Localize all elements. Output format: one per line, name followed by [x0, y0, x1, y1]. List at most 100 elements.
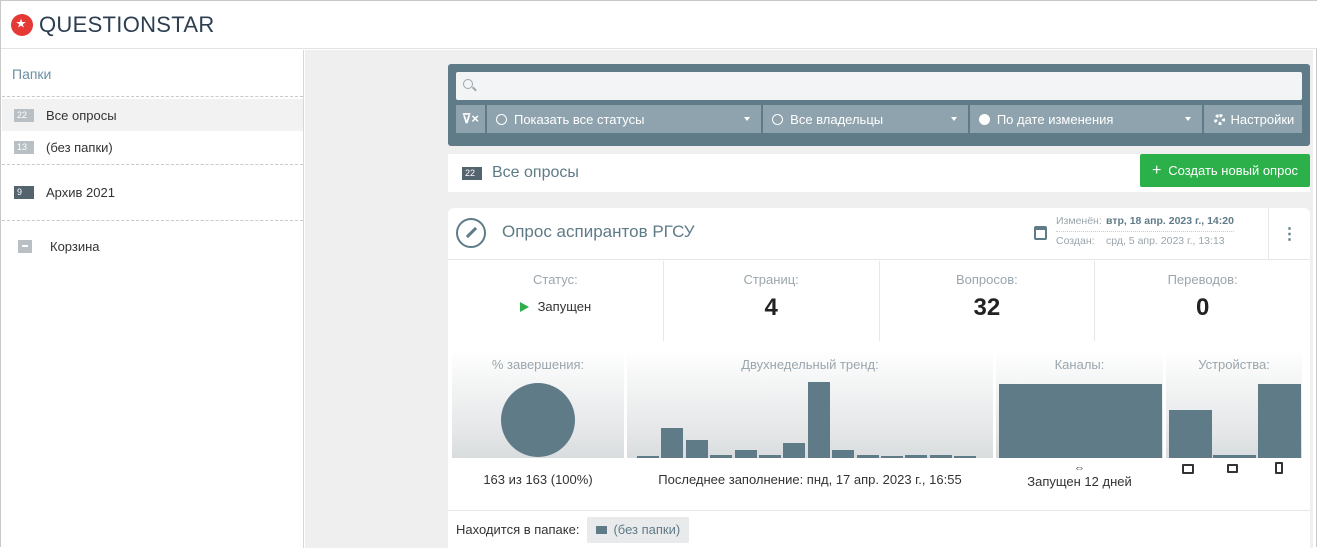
- stat-status: Статус: Запущен: [448, 261, 664, 341]
- trend-bar: [710, 455, 733, 458]
- completion-footer: 163 из 163 (100%): [452, 458, 624, 502]
- folder-location: Находится в папаке: (без папки): [448, 510, 1310, 548]
- folder-chip-label: (без папки): [613, 522, 681, 537]
- plus-icon: +: [1151, 161, 1162, 179]
- gear-icon: [1213, 113, 1225, 125]
- trend-bar: [685, 440, 708, 458]
- created-value: срд, 5 апр. 2023 г., 13:13: [1106, 235, 1225, 247]
- play-icon: [519, 301, 529, 312]
- settings-label: Настройки: [1230, 111, 1295, 127]
- list-header: 22 Все опросы + Создать новый опрос: [448, 154, 1310, 192]
- owner-filter-dropdown[interactable]: Все владельцы: [763, 105, 968, 133]
- survey-count-badge: 22: [462, 166, 482, 180]
- channels-footer: ⇔ Запущен 12 дней: [996, 458, 1163, 502]
- survey-card-header: Опрос аспирантов РГСУ Изменён: втр, 18 ап…: [448, 208, 1310, 260]
- page-title: Все опросы: [492, 164, 579, 181]
- channel-bar: [999, 384, 1162, 458]
- owner-filter-label: Все владельцы: [790, 111, 884, 127]
- completion-value: 163 из 163 (100%): [483, 472, 593, 487]
- device-bar: [1169, 410, 1212, 458]
- chevron-down-icon: [744, 117, 751, 121]
- search-input[interactable]: [456, 72, 1302, 100]
- completion-panel: % завершения: 163 из 163 (100%): [452, 349, 624, 502]
- stat-label: Страниц:: [743, 272, 799, 287]
- sidebar-item-no-folder[interactable]: 13 (без папки): [2, 131, 303, 165]
- trend-footer: Последнее заполнение: пнд, 17 апр. 2023 …: [627, 458, 993, 502]
- kebab-icon: ⋮: [1281, 226, 1298, 243]
- status-text: Запущен: [537, 299, 592, 314]
- stat-translations: Переводов: 0: [1095, 261, 1310, 341]
- trash-icon: [18, 239, 32, 253]
- stat-pages: Страниц: 4: [664, 261, 880, 341]
- status-filter-dropdown[interactable]: Показать все статусы: [486, 105, 762, 133]
- create-survey-label: Создать новый опрос: [1168, 163, 1299, 178]
- trend-bar: [881, 456, 903, 458]
- sort-dropdown[interactable]: По дате изменения: [969, 105, 1202, 133]
- modified-value: втр, 18 апр. 2023 г., 14:20: [1106, 215, 1234, 227]
- status-value[interactable]: Запущен: [448, 299, 663, 314]
- trend-bar: [832, 450, 855, 458]
- survey-title[interactable]: Опрос аспирантов РГСУ: [502, 222, 695, 242]
- device-bar: [1213, 455, 1256, 458]
- stat-value: 32: [973, 294, 1001, 321]
- circle-icon: [772, 113, 784, 125]
- panel-label: Каналы:: [1054, 357, 1105, 372]
- folder-chip[interactable]: (без папки): [587, 516, 690, 543]
- created-label: Создан:: [1056, 235, 1095, 247]
- circle-icon: [495, 113, 507, 125]
- trend-bar: [954, 456, 977, 458]
- completion-pie: [501, 383, 575, 457]
- folder-location-label: Находится в папаке:: [456, 522, 580, 537]
- create-survey-button[interactable]: + Создать новый опрос: [1140, 154, 1310, 187]
- status-filter-label: Показать все статусы: [513, 111, 645, 127]
- app-window: QUESTIONSTAR Папки 22 Все опросы 13 (без…: [0, 0, 1317, 548]
- filter-panel: ⊽× Показать все статусы Все владельцы По…: [448, 64, 1310, 146]
- panel-label: % завершения:: [491, 357, 585, 372]
- survey-metrics: % завершения: 163 из 163 (100%) Двухнеде…: [452, 349, 1302, 502]
- clear-filters-button[interactable]: ⊽×: [456, 105, 485, 133]
- folder-count-badge: 22: [14, 108, 34, 122]
- sidebar-item-all-surveys[interactable]: 22 Все опросы: [2, 99, 303, 131]
- folder-count-badge: 9: [14, 186, 34, 199]
- link-icon: ⇔: [1074, 462, 1085, 474]
- trend-panel: Двухнедельный тренд: Последнее заполнени…: [627, 349, 993, 502]
- trend-bar: [759, 455, 781, 458]
- edit-icon[interactable]: [456, 218, 486, 248]
- clock-icon: [978, 113, 990, 125]
- modified-label: Изменён:: [1056, 215, 1102, 227]
- chevron-down-icon: [950, 117, 957, 121]
- sort-label: По дате изменения: [996, 111, 1114, 127]
- settings-button[interactable]: Настройки: [1203, 105, 1302, 133]
- survey-card: Опрос аспирантов РГСУ Изменён: втр, 18 ап…: [448, 208, 1310, 548]
- devices-panel: Устройства:: [1166, 349, 1302, 502]
- sidebar-item-trash[interactable]: Корзина: [2, 221, 303, 271]
- logo-icon: [11, 13, 33, 36]
- stat-questions: Вопросов: 32: [880, 261, 1096, 341]
- launched-days-text: Запущен 12 дней: [1027, 474, 1132, 489]
- stat-label: Переводов:: [1167, 272, 1238, 287]
- stat-label: Статус:: [533, 272, 578, 287]
- trend-bar: [856, 455, 879, 458]
- desktop-icon: [1182, 464, 1194, 474]
- sidebar-item-label: (без папки): [46, 140, 113, 155]
- more-menu-button[interactable]: ⋮: [1268, 208, 1310, 260]
- top-bar: QUESTIONSTAR: [1, 1, 1317, 49]
- folder-icon: [596, 525, 608, 534]
- calendar-clock-icon: [1034, 226, 1047, 240]
- trend-bar: [807, 382, 830, 458]
- stat-value: 4: [764, 294, 778, 321]
- channels-panel: Каналы: ⇔ Запущен 12 дней: [996, 349, 1163, 502]
- sidebar-item-label: Архив 2021: [46, 185, 115, 200]
- stat-label: Вопросов:: [955, 272, 1018, 287]
- sidebar-item-archive-2021[interactable]: 9 Архив 2021: [2, 165, 303, 221]
- trend-bar: [929, 455, 952, 458]
- sidebar-item-label: Корзина: [50, 238, 100, 254]
- search-icon: [463, 79, 473, 89]
- survey-dates: Изменён: втр, 18 апр. 2023 г., 14:20 Созд…: [1056, 212, 1234, 251]
- panel-label: Двухнедельный тренд:: [741, 357, 879, 372]
- last-fill-text: Последнее заполнение: пнд, 17 апр. 2023 …: [658, 472, 962, 487]
- sidebar-item-label: Все опросы: [46, 107, 117, 123]
- trend-bar: [783, 443, 806, 458]
- trend-bar: [637, 456, 659, 458]
- chevron-down-icon: [1184, 117, 1191, 121]
